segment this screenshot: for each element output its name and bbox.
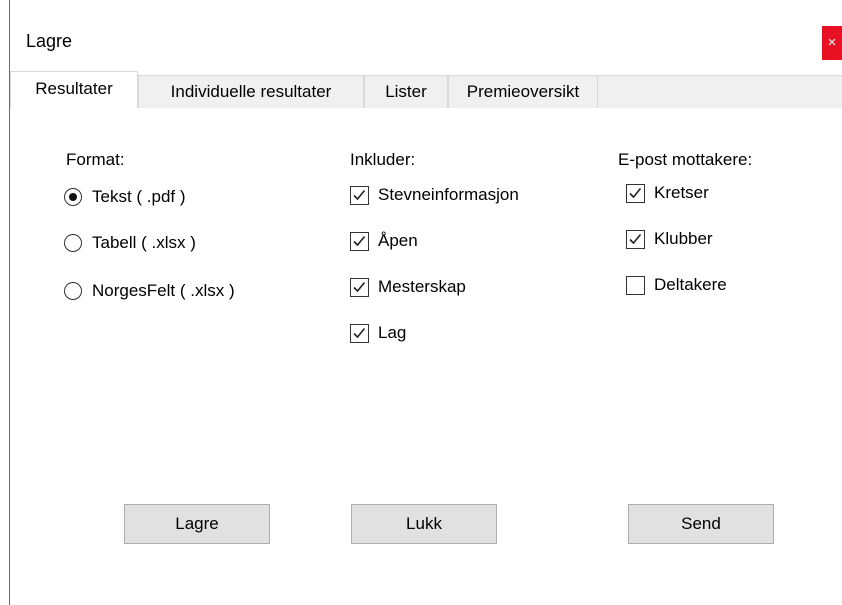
format-option-label: Tabell ( .xlsx ) — [92, 233, 196, 252]
close-icon: × — [827, 34, 837, 51]
tab-lister[interactable]: Lister — [364, 75, 448, 109]
tab-resultater[interactable]: Resultater — [10, 71, 138, 109]
checkbox[interactable] — [350, 232, 369, 251]
radio-button[interactable] — [64, 188, 82, 206]
recipient-option-label: Deltakere — [654, 275, 727, 294]
tab-individuelle-resultater[interactable]: Individuelle resultater — [138, 75, 364, 109]
checkbox[interactable] — [350, 186, 369, 205]
format-label: Format: — [66, 150, 125, 169]
format-option-label: NorgesFelt ( .xlsx ) — [92, 281, 235, 300]
title-bar: Lagre × — [10, 0, 842, 68]
radio-button[interactable] — [64, 234, 82, 252]
radio-selected-dot — [68, 192, 77, 201]
checkbox[interactable] — [626, 276, 645, 295]
include-label: Inkluder: — [350, 150, 416, 169]
recipient-option-label: Kretser — [654, 183, 709, 202]
checkbox[interactable] — [350, 324, 369, 343]
send-button[interactable]: Send — [628, 504, 774, 544]
tab-panel-resultater: Format: Tekst ( .pdf ) Tabell ( .xlsx ) … — [10, 108, 842, 605]
include-option-label: Stevneinformasjon — [378, 185, 519, 204]
checkbox[interactable] — [350, 278, 369, 297]
tab-premieoversikt[interactable]: Premieoversikt — [448, 75, 598, 109]
window-left-border — [0, 0, 10, 605]
close-window-button[interactable]: × — [822, 26, 842, 60]
save-dialog: Lagre × Resultater Individuelle resultat… — [0, 0, 842, 605]
checkmark-icon — [629, 187, 642, 199]
checkmark-icon — [353, 235, 366, 247]
checkmark-icon — [353, 281, 366, 293]
include-option-label: Åpen — [378, 231, 418, 250]
window-title: Lagre — [26, 31, 73, 51]
close-button[interactable]: Lukk — [351, 504, 497, 544]
radio-button[interactable] — [64, 282, 82, 300]
recipient-option-label: Klubber — [654, 229, 713, 248]
include-option-label: Lag — [378, 323, 407, 342]
tab-strip-filler — [598, 75, 842, 109]
save-button[interactable]: Lagre — [124, 504, 270, 544]
checkmark-icon — [353, 327, 366, 339]
include-option-label: Mesterskap — [378, 277, 466, 296]
format-option-label: Tekst ( .pdf ) — [92, 187, 186, 206]
tab-strip: Resultater Individuelle resultater Liste… — [10, 71, 842, 109]
checkbox[interactable] — [626, 184, 645, 203]
checkmark-icon — [629, 233, 642, 245]
recipients-label: E-post mottakere: — [618, 150, 753, 169]
checkmark-icon — [353, 189, 366, 201]
checkbox[interactable] — [626, 230, 645, 249]
